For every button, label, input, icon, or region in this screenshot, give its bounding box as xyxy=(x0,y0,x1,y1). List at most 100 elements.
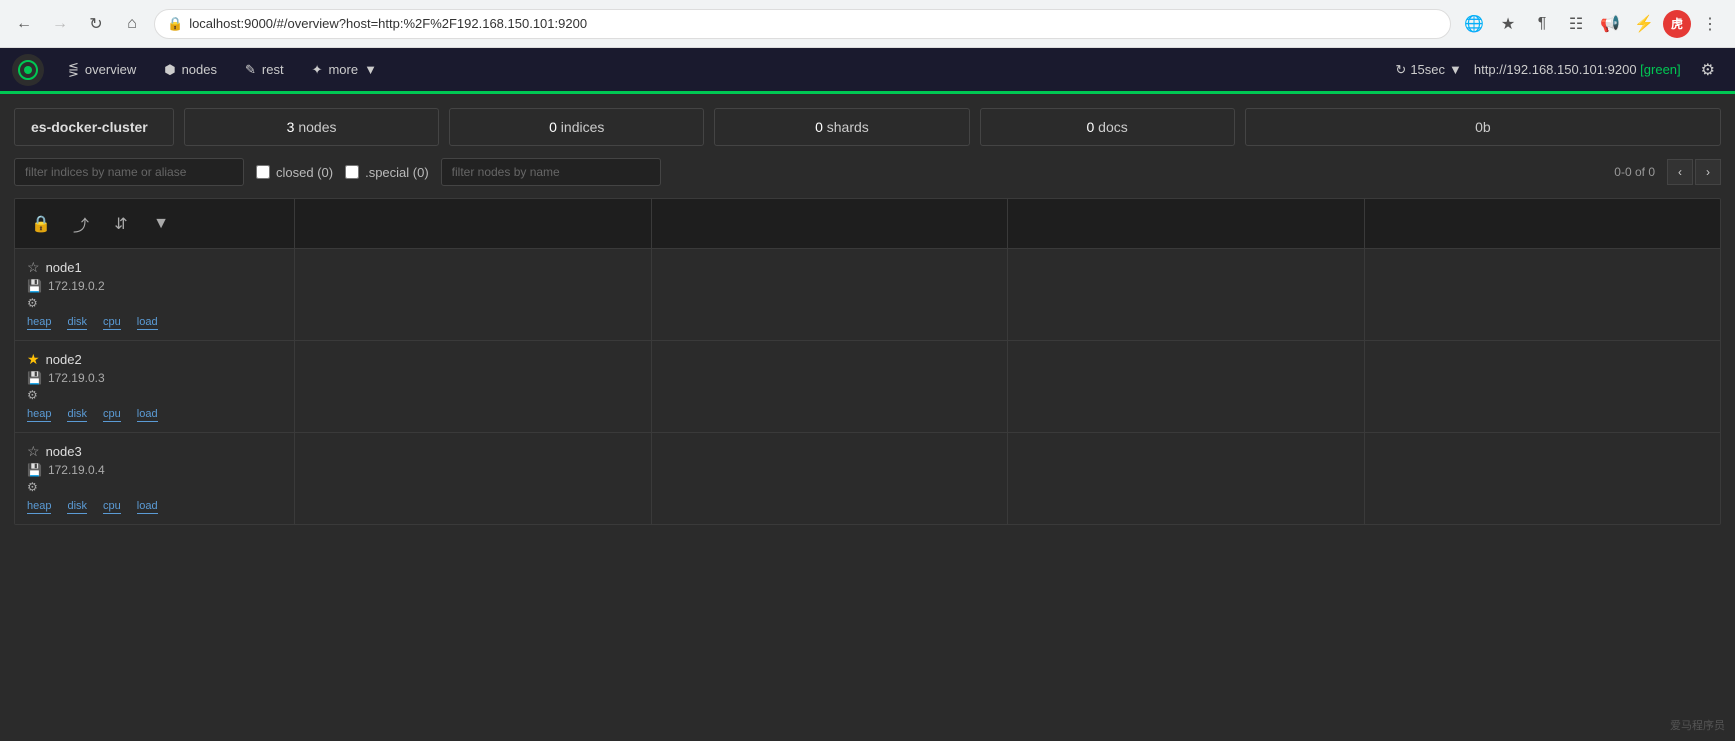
home-button[interactable]: ⌂ xyxy=(118,10,146,38)
bookmark-icon[interactable]: ★ xyxy=(1493,9,1523,39)
closed-checkbox-label[interactable]: closed (0) xyxy=(256,165,333,180)
server-health: [green] xyxy=(1640,62,1680,77)
node2-data-col3 xyxy=(1008,341,1365,432)
filter-nodes-input[interactable] xyxy=(441,158,661,186)
header-nodes-col: 🔒 ⤴ ⇵ ▼ xyxy=(15,199,295,248)
node1-data-col3 xyxy=(1008,249,1365,340)
size-stat: 0b xyxy=(1245,108,1721,146)
node1-cpu[interactable]: cpu xyxy=(103,316,121,330)
nav-more[interactable]: ✦ more ▼ xyxy=(300,56,389,84)
reader-icon[interactable]: ¶ xyxy=(1527,9,1557,39)
logo-svg xyxy=(17,59,39,81)
url-text: localhost:9000/#/overview?host=http:%2F%… xyxy=(189,16,1438,31)
nodes-label: nodes xyxy=(298,119,336,135)
translate-icon[interactable]: 🌐 xyxy=(1459,9,1489,39)
filter-indices-input[interactable] xyxy=(14,158,244,186)
profile-avatar[interactable]: 虎 xyxy=(1663,10,1691,38)
header-col-3 xyxy=(1008,199,1365,248)
node3-role-icon: ⚙ xyxy=(27,480,38,494)
node1-data-col1 xyxy=(295,249,652,340)
nodes-icon: ⬢ xyxy=(164,62,175,78)
node3-name: node3 xyxy=(46,444,82,459)
node2-cpu[interactable]: cpu xyxy=(103,408,121,422)
nav-rest[interactable]: ✎ rest xyxy=(233,56,296,84)
docs-count: 0 xyxy=(1086,119,1098,135)
reload-button[interactable]: ↻ xyxy=(82,10,110,38)
forward-button[interactable]: → xyxy=(46,10,74,38)
node1-metrics: heap disk cpu load xyxy=(27,316,282,330)
node1-ip: 💾 172.19.0.2 xyxy=(27,279,282,293)
lock-icon[interactable]: 🔒 xyxy=(27,210,55,238)
table-row: ☆ node3 💾 172.19.0.4 ⚙ heap disk cpu xyxy=(15,433,1720,524)
collections-icon[interactable]: ☷ xyxy=(1561,9,1591,39)
refresh-button[interactable]: ↻ 15sec ▼ xyxy=(1387,58,1469,82)
node3-star-icon[interactable]: ☆ xyxy=(27,443,40,460)
node2-name-row: ★ node2 xyxy=(27,351,282,368)
node2-role-icon: ⚙ xyxy=(27,388,38,402)
sort-dropdown-icon[interactable]: ▼ xyxy=(147,210,175,238)
browser-menu-icon[interactable]: ⋮ xyxy=(1695,9,1725,39)
header-col-1 xyxy=(295,199,652,248)
nav-overview[interactable]: ⋚ overview xyxy=(56,56,148,84)
secure-icon: 🔒 xyxy=(167,16,183,32)
special-checkbox[interactable] xyxy=(345,165,359,179)
node3-cpu[interactable]: cpu xyxy=(103,500,121,514)
node1-disk[interactable]: disk xyxy=(67,316,87,330)
node3-ip: 💾 172.19.0.4 xyxy=(27,463,282,477)
feedback-icon[interactable]: 📢 xyxy=(1595,9,1625,39)
node1-load[interactable]: load xyxy=(137,316,158,330)
node3-name-row: ☆ node3 xyxy=(27,443,282,460)
node2-metrics: heap disk cpu load xyxy=(27,408,282,422)
node2-heap[interactable]: heap xyxy=(27,408,51,422)
node1-disk-icon: 💾 xyxy=(27,279,42,293)
node2-role: ⚙ xyxy=(27,388,282,402)
shards-stat: 0 shards xyxy=(714,108,969,146)
node3-disk[interactable]: disk xyxy=(67,500,87,514)
node2-ip-text: 172.19.0.3 xyxy=(48,371,105,385)
address-bar[interactable]: 🔒 localhost:9000/#/overview?host=http:%2… xyxy=(154,9,1451,39)
closed-checkbox[interactable] xyxy=(256,165,270,179)
indices-label: indices xyxy=(561,119,605,135)
node2-ip: 💾 172.19.0.3 xyxy=(27,371,282,385)
shards-count: 0 xyxy=(815,119,827,135)
nodes-count: 3 xyxy=(287,119,299,135)
indices-count: 0 xyxy=(549,119,561,135)
node3-data-col2 xyxy=(652,433,1009,524)
node2-name: node2 xyxy=(46,352,82,367)
node2-load[interactable]: load xyxy=(137,408,158,422)
settings-button[interactable]: ⚙ xyxy=(1693,56,1723,84)
node2-disk[interactable]: disk xyxy=(67,408,87,422)
node3-disk-icon: 💾 xyxy=(27,463,42,477)
special-checkbox-label[interactable]: .special (0) xyxy=(345,165,429,180)
node3-heap[interactable]: heap xyxy=(27,500,51,514)
node1-role-icon: ⚙ xyxy=(27,296,38,310)
node1-role: ⚙ xyxy=(27,296,282,310)
node2-star-icon[interactable]: ★ xyxy=(27,351,40,368)
docs-stat: 0 docs xyxy=(980,108,1235,146)
shards-label: shards xyxy=(827,119,869,135)
app-header: ⋚ overview ⬢ nodes ✎ rest ✦ more ▼ ↻ 15s… xyxy=(0,48,1735,94)
next-page-button[interactable]: › xyxy=(1695,159,1721,185)
refresh-icon: ↻ xyxy=(1395,62,1406,78)
cluster-name: es-docker-cluster xyxy=(14,108,174,146)
more-dropdown-icon: ▼ xyxy=(364,62,377,77)
node3-metrics: heap disk cpu load xyxy=(27,500,282,514)
indices-stat: 0 indices xyxy=(449,108,704,146)
node3-ip-text: 172.19.0.4 xyxy=(48,463,105,477)
nodes-stat: 3 nodes xyxy=(184,108,439,146)
node3-load[interactable]: load xyxy=(137,500,158,514)
prev-page-button[interactable]: ‹ xyxy=(1667,159,1693,185)
node2-data-col1 xyxy=(295,341,652,432)
stats-row: es-docker-cluster 3 nodes 0 indices 0 sh… xyxy=(14,108,1721,146)
expand-icon[interactable]: ⤴ xyxy=(67,210,95,238)
nav-nodes[interactable]: ⬢ nodes xyxy=(152,56,229,84)
sort-az-icon[interactable]: ⇵ xyxy=(107,210,135,238)
node1-heap[interactable]: heap xyxy=(27,316,51,330)
node1-data-col2 xyxy=(652,249,1009,340)
extensions-icon[interactable]: ⚡ xyxy=(1629,9,1659,39)
pagination-text: 0-0 of 0 xyxy=(1614,165,1655,179)
node1-star-icon[interactable]: ☆ xyxy=(27,259,40,276)
node1-name: node1 xyxy=(46,260,82,275)
node2-data-col2 xyxy=(652,341,1009,432)
back-button[interactable]: ← xyxy=(10,10,38,38)
